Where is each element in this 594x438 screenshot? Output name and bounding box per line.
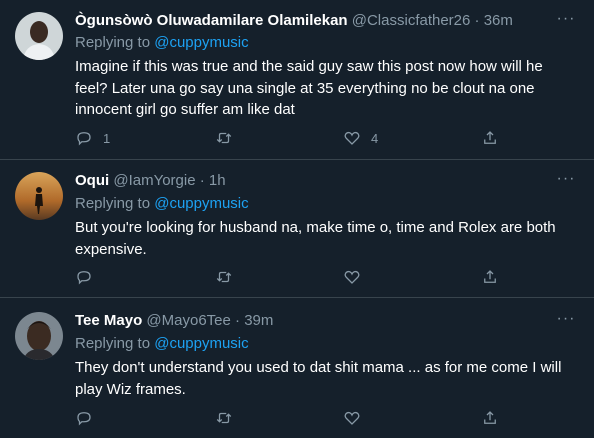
tweet[interactable]: Ògunsòwò Oluwadamilare Olamilekan @Class… bbox=[0, 0, 594, 160]
tweet-text: But you're looking for husband na, make … bbox=[75, 219, 556, 258]
reply-icon bbox=[77, 132, 91, 146]
replying-to: Replying to @cuppymusic bbox=[75, 34, 249, 51]
tweet-text: Imagine if this was true and the said gu… bbox=[75, 58, 543, 118]
mention-link[interactable]: @cuppymusic bbox=[154, 34, 248, 51]
display-name[interactable]: Tee Mayo bbox=[75, 312, 142, 329]
retweet-button[interactable] bbox=[215, 267, 243, 287]
retweet-icon bbox=[216, 412, 232, 424]
heart-icon bbox=[344, 411, 360, 425]
action-bar bbox=[75, 267, 515, 287]
like-count: 4 bbox=[371, 130, 379, 146]
more-icon[interactable]: ··· bbox=[556, 311, 576, 330]
mention-link[interactable]: @cuppymusic bbox=[154, 195, 248, 212]
tweet-header: Ògunsòwò Oluwadamilare Olamilekan @Class… bbox=[75, 12, 513, 32]
reply-icon bbox=[77, 271, 91, 285]
display-name[interactable]: Oqui bbox=[75, 172, 109, 189]
replying-to: Replying to @cuppymusic bbox=[75, 335, 249, 352]
retweet-button[interactable] bbox=[215, 128, 243, 148]
timestamp[interactable]: 39m bbox=[244, 312, 273, 329]
timestamp[interactable]: 36m bbox=[484, 12, 513, 29]
avatar-image bbox=[15, 172, 63, 220]
tweet[interactable]: Oqui @IamYorgie · 1h ··· Replying to @cu… bbox=[0, 160, 594, 298]
tweet-text: They don't understand you used to dat sh… bbox=[75, 359, 562, 398]
timestamp[interactable]: 1h bbox=[209, 172, 226, 189]
replying-to-label: Replying to bbox=[75, 335, 151, 352]
avatar[interactable] bbox=[15, 12, 63, 60]
tweet[interactable]: Tee Mayo @Mayo6Tee · 39m ··· Replying to… bbox=[0, 298, 594, 438]
retweet-icon bbox=[216, 271, 232, 283]
user-handle[interactable]: @IamYorgie bbox=[113, 172, 195, 189]
share-icon bbox=[484, 411, 496, 424]
like-button[interactable] bbox=[343, 267, 371, 287]
display-name[interactable]: Ògunsòwò Oluwadamilare Olamilekan bbox=[75, 12, 348, 29]
avatar[interactable] bbox=[15, 172, 63, 220]
retweet-button[interactable] bbox=[215, 408, 243, 428]
mention-link[interactable]: @cuppymusic bbox=[154, 335, 248, 352]
avatar-image bbox=[15, 12, 63, 60]
separator-dot: · bbox=[474, 12, 480, 29]
reply-icon bbox=[77, 412, 91, 426]
action-bar: 1 4 bbox=[75, 128, 515, 148]
heart-icon bbox=[344, 270, 360, 284]
more-icon[interactable]: ··· bbox=[556, 11, 576, 30]
replying-to: Replying to @cuppymusic bbox=[75, 195, 249, 212]
separator-dot: · bbox=[199, 172, 205, 189]
tweet-header: Oqui @IamYorgie · 1h bbox=[75, 172, 226, 192]
share-button[interactable] bbox=[481, 267, 499, 287]
reply-count: 1 bbox=[103, 130, 111, 146]
share-button[interactable] bbox=[481, 128, 499, 148]
reply-button[interactable] bbox=[75, 267, 103, 287]
share-button[interactable] bbox=[481, 408, 499, 428]
reply-button[interactable] bbox=[75, 408, 103, 428]
replying-to-label: Replying to bbox=[75, 195, 151, 212]
reply-button[interactable]: 1 bbox=[75, 128, 110, 148]
user-handle[interactable]: @Mayo6Tee bbox=[146, 312, 230, 329]
heart-icon bbox=[344, 131, 360, 145]
share-icon bbox=[484, 270, 496, 283]
avatar[interactable] bbox=[15, 312, 63, 360]
user-handle[interactable]: @Classicfather26 bbox=[352, 12, 471, 29]
more-icon[interactable]: ··· bbox=[556, 171, 576, 190]
like-button[interactable]: 4 bbox=[343, 128, 378, 148]
retweet-icon bbox=[216, 132, 232, 144]
reply-feed: Ògunsòwò Oluwadamilare Olamilekan @Class… bbox=[0, 0, 594, 438]
replying-to-label: Replying to bbox=[75, 34, 151, 51]
like-button[interactable] bbox=[343, 408, 371, 428]
tweet-header: Tee Mayo @Mayo6Tee · 39m bbox=[75, 312, 273, 332]
separator-dot: · bbox=[235, 312, 241, 329]
action-bar bbox=[75, 408, 515, 428]
share-icon bbox=[484, 131, 496, 144]
avatar-image bbox=[15, 312, 63, 360]
